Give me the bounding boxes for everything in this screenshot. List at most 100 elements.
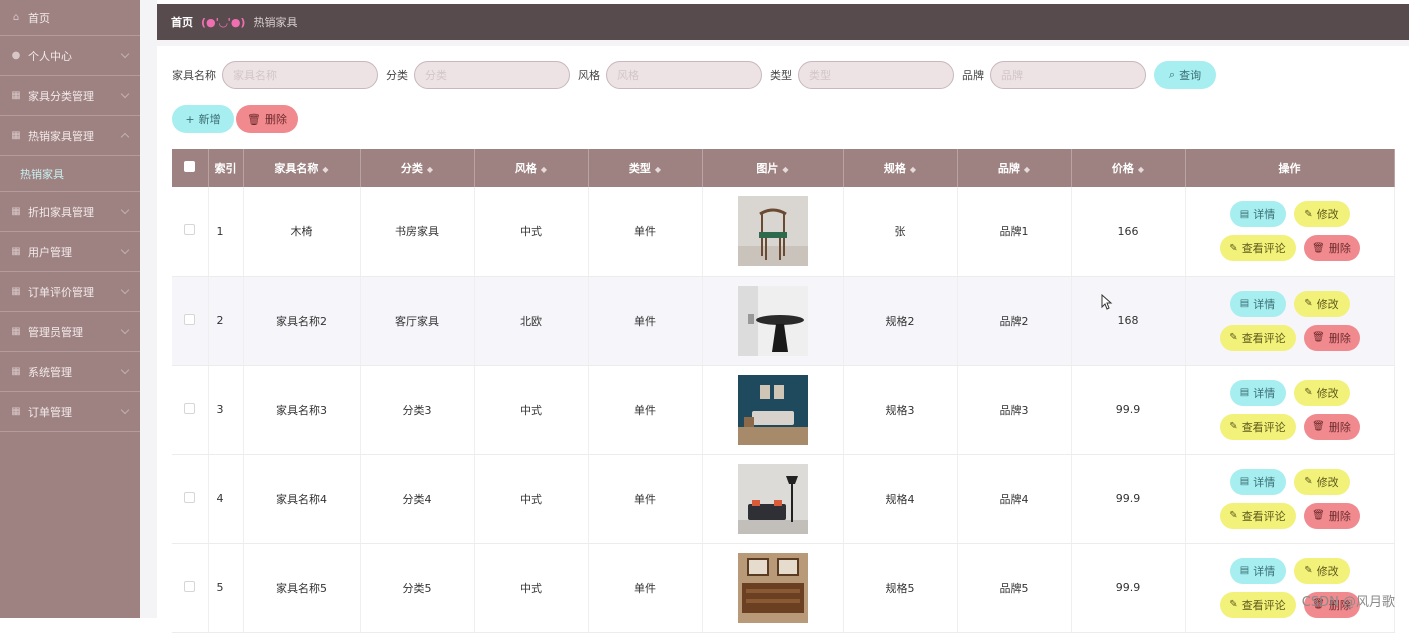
breadcrumb-home[interactable]: 首页 [171,14,193,30]
sort-icon[interactable]: ◆ [427,165,433,174]
view-reviews-button[interactable]: ✎查看评论 [1220,592,1296,618]
column-header-type[interactable]: 类型 ◆ [588,149,702,187]
sidebar-item-label: 系统管理 [28,364,72,380]
view-reviews-button[interactable]: ✎查看评论 [1220,503,1296,529]
cell-category: 书房家具 [360,187,474,276]
cell-brand: 品牌4 [957,454,1071,543]
home-icon: ⌂ [10,12,22,24]
row-select-cell [172,543,208,632]
header-label: 价格 [1112,162,1134,175]
add-button[interactable]: + 新增 [172,105,234,133]
delete-button[interactable]: 🗑删除 [1304,503,1360,529]
add-button-label: 新增 [199,111,221,127]
row-checkbox[interactable] [184,314,195,325]
trash-icon: 🗑 [1312,332,1325,343]
edit-button[interactable]: ✎修改 [1294,380,1350,406]
pencil-icon: ✎ [1304,209,1312,220]
edit-button[interactable]: ✎修改 [1294,469,1350,495]
row-checkbox[interactable] [184,492,195,503]
furniture-image-table[interactable] [738,286,808,356]
view-reviews-button[interactable]: ✎查看评论 [1220,235,1296,261]
grid-icon: ▦ [10,326,22,338]
sidebar-item-category-management[interactable]: ▦ 家具分类管理 [0,76,140,116]
edit-button[interactable]: ✎修改 [1294,291,1350,317]
sidebar-item-personal-center[interactable]: ● 个人中心 [0,36,140,76]
row-checkbox[interactable] [184,224,195,235]
delete-label: 删除 [1329,419,1351,435]
sidebar-item-discount-furniture[interactable]: ▦ 折扣家具管理 [0,192,140,232]
table-row: 3 家具名称3 分类3 中式 单件 [172,365,1394,454]
cell-name: 家具名称4 [243,454,360,543]
furniture-image-cabinet[interactable] [738,553,808,623]
detail-button[interactable]: ▤详情 [1230,291,1286,317]
brand-label: 品牌 [962,67,984,83]
sidebar-item-hot-furniture-management[interactable]: ▦ 热销家具管理 [0,116,140,156]
column-header-brand[interactable]: 品牌 ◆ [957,149,1071,187]
sidebar-item-admin-management[interactable]: ▦ 管理员管理 [0,312,140,352]
column-header-spec[interactable]: 规格◆ [843,149,957,187]
view-reviews-button[interactable]: ✎查看评论 [1220,325,1296,351]
cell-image [702,276,843,365]
detail-button[interactable]: ▤详情 [1230,201,1286,227]
brand-input[interactable]: 品牌 [990,61,1146,89]
category-input[interactable]: 分类 [414,61,570,89]
view-reviews-button[interactable]: ✎查看评论 [1220,414,1296,440]
chevron-down-icon [121,90,129,98]
column-header-image[interactable]: 图片◆ [702,149,843,187]
sort-icon[interactable]: ◆ [910,165,916,174]
sort-icon[interactable]: ◆ [1024,165,1030,174]
cell-image [702,187,843,276]
style-input[interactable]: 风格 [606,61,762,89]
sort-icon[interactable]: ◆ [782,165,788,174]
sort-icon[interactable]: ◆ [1138,165,1144,174]
delete-button-label: 删除 [265,111,287,127]
cell-brand: 品牌1 [957,187,1071,276]
column-header-category[interactable]: 分类◆ [360,149,474,187]
breadcrumb-face: (●'◡'●) [201,16,245,29]
edit-button[interactable]: ✎修改 [1294,201,1350,227]
sidebar-item-home[interactable]: ⌂ 首页 [0,0,140,36]
sidebar-item-order-review[interactable]: ▦ 订单评价管理 [0,272,140,312]
sidebar-item-order-management[interactable]: ▦ 订单管理 [0,392,140,432]
header-label: 风格 [515,162,537,175]
sort-icon[interactable]: ◆ [655,165,661,174]
detail-button[interactable]: ▤详情 [1230,380,1286,406]
trash-icon: 🗑 [1312,421,1325,432]
query-button[interactable]: ⌕ 查询 [1154,61,1216,89]
type-input[interactable]: 类型 [798,61,954,89]
header-label: 品牌 [998,162,1020,175]
select-all-checkbox[interactable] [184,161,195,172]
column-header-name[interactable]: 家具名称◆ [243,149,360,187]
batch-delete-button[interactable]: 🗑 删除 [236,105,298,133]
edit-button[interactable]: ✎修改 [1294,558,1350,584]
document-icon: ▤ [1240,476,1249,487]
cell-spec: 规格4 [843,454,957,543]
delete-button[interactable]: 🗑删除 [1304,325,1360,351]
column-header-style[interactable]: 风格 ◆ [474,149,588,187]
furniture-image-dark-sofa[interactable] [738,464,808,534]
sidebar-item-system-management[interactable]: ▦ 系统管理 [0,352,140,392]
chevron-down-icon [121,366,129,374]
header-label: 类型 [629,162,651,175]
delete-button[interactable]: 🗑删除 [1304,235,1360,261]
select-all-header [172,149,208,187]
delete-button[interactable]: 🗑 删除 [1304,414,1360,440]
detail-button[interactable]: ▤详情 [1230,558,1286,584]
detail-button[interactable]: ▤详情 [1230,469,1286,495]
furniture-image-chair[interactable] [738,196,808,266]
column-header-price[interactable]: 价格 ◆ [1071,149,1185,187]
detail-label: 详情 [1253,385,1275,401]
cell-image [702,365,843,454]
sidebar-item-user-management[interactable]: ▦ 用户管理 [0,232,140,272]
sidebar-item-label: 订单管理 [28,404,72,420]
sort-icon[interactable]: ◆ [322,165,328,174]
furniture-image-sofa-room[interactable] [738,375,808,445]
sidebar-subitem-hot-furniture[interactable]: 热销家具 [0,156,140,192]
content-panel: 家具名称 家具名称 分类 分类 风格 风格 类型 类型 品牌 品牌 ⌕ 查询 +… [157,46,1409,618]
row-checkbox[interactable] [184,581,195,592]
name-input[interactable]: 家具名称 [222,61,378,89]
cell-style: 中式 [474,454,588,543]
row-checkbox[interactable] [184,403,195,414]
row-select-cell [172,454,208,543]
sort-icon[interactable]: ◆ [541,165,547,174]
